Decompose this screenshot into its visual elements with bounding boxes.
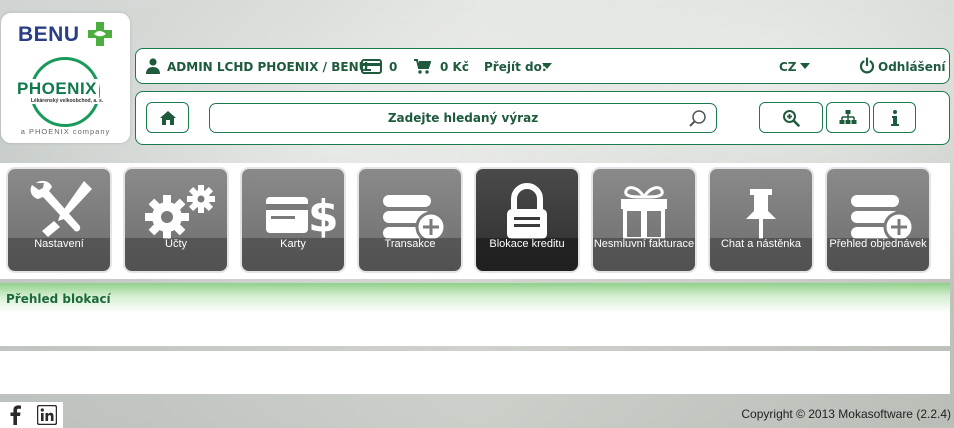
tile-label: Blokace kreditu (476, 238, 578, 271)
goto-dropdown[interactable]: Přejít do: (484, 60, 547, 74)
home-button[interactable] (146, 102, 189, 133)
tile-prehled-objednavek[interactable]: Přehled objednávek (827, 169, 929, 271)
content-panel (0, 351, 950, 394)
zoom-in-icon (783, 109, 800, 127)
lock-icon (507, 183, 547, 239)
social-links (0, 402, 63, 428)
block-overview-panel: Přehled blokací (0, 283, 950, 346)
advanced-search-button[interactable] (759, 102, 823, 133)
user-bar: ADMIN LCHD PHOENIX / BENU 0 0 Kč Přejít … (135, 48, 950, 84)
tile-label: Přehled objednávek (827, 238, 929, 271)
tile-label: Chat a nástěnka (710, 238, 812, 271)
info-button[interactable] (873, 102, 916, 133)
cart-total[interactable]: 0 Kč (440, 60, 469, 74)
facebook-icon[interactable] (9, 405, 21, 425)
module-tiles: Nastavení Účty $ Karty Transakce Blokace… (0, 163, 950, 279)
gears-icon (145, 185, 215, 239)
search-icon[interactable] (688, 109, 708, 129)
info-icon (890, 109, 899, 126)
tile-label: Účty (125, 238, 227, 271)
user-name[interactable]: ADMIN LCHD PHOENIX / BENU (167, 60, 368, 74)
linkedin-icon[interactable] (37, 405, 57, 425)
cart-icon[interactable] (414, 59, 431, 74)
company-tagline: a PHOENIX company (20, 127, 111, 136)
power-icon[interactable] (859, 57, 875, 74)
search-input[interactable]: Zadejte hledaný výraz (209, 103, 717, 133)
pin-icon (746, 189, 776, 239)
tile-chat-a-nastenka[interactable]: Chat a nástěnka (710, 169, 812, 271)
sitemap-icon (839, 109, 857, 124)
benu-logo-text: BENU (18, 23, 80, 46)
credit-card-dollar-icon: $ (266, 191, 339, 239)
svg-text:$: $ (308, 191, 339, 239)
section-title: Přehled blokací (6, 292, 111, 306)
tile-label: Nesmluvní fakturace (593, 238, 695, 271)
tile-blokace-kreditu[interactable]: Blokace kreditu (476, 169, 578, 271)
search-placeholder: Zadejte hledaný výraz (387, 111, 539, 125)
cards-count[interactable]: 0 (389, 60, 397, 74)
logout-link[interactable]: Odhlášení (878, 60, 945, 74)
search-bar: Zadejte hledaný výraz (135, 91, 950, 145)
gift-icon (621, 186, 667, 239)
tile-label: Karty (242, 238, 344, 271)
language-select[interactable]: CZ (779, 60, 797, 74)
server-add-icon (851, 195, 915, 239)
tile-karty[interactable]: $ Karty (242, 169, 344, 271)
card-icon[interactable] (361, 59, 382, 74)
server-add-icon (383, 195, 447, 239)
logo[interactable]: BENU PHOENIX Lékárenský velkoobchod, a. … (1, 13, 130, 143)
home-icon (159, 110, 176, 125)
tile-nastaveni[interactable]: Nastavení (8, 169, 110, 271)
copyright-text: Copyright © 2013 Mokasoftware (2.2.4) (741, 407, 951, 421)
chevron-down-icon[interactable] (542, 63, 552, 69)
section-header: Přehled blokací (0, 283, 950, 313)
tile-ucty[interactable]: Účty (125, 169, 227, 271)
phoenix-subtitle: Lékárenský velkoobchod, a. s. (15, 98, 119, 104)
tile-transakce[interactable]: Transakce (359, 169, 461, 271)
tile-nesmluvni-fakturace[interactable]: Nesmluvní fakturace (593, 169, 695, 271)
user-icon (146, 58, 160, 74)
sitemap-button[interactable] (826, 102, 870, 133)
tile-label: Transakce (359, 238, 461, 271)
language-chevron-down-icon[interactable] (800, 63, 810, 69)
benu-cross-icon (88, 22, 112, 46)
tools-icon (30, 180, 92, 237)
tile-label: Nastavení (8, 238, 110, 271)
phoenix-logo-text: PHOENIX (15, 79, 100, 99)
